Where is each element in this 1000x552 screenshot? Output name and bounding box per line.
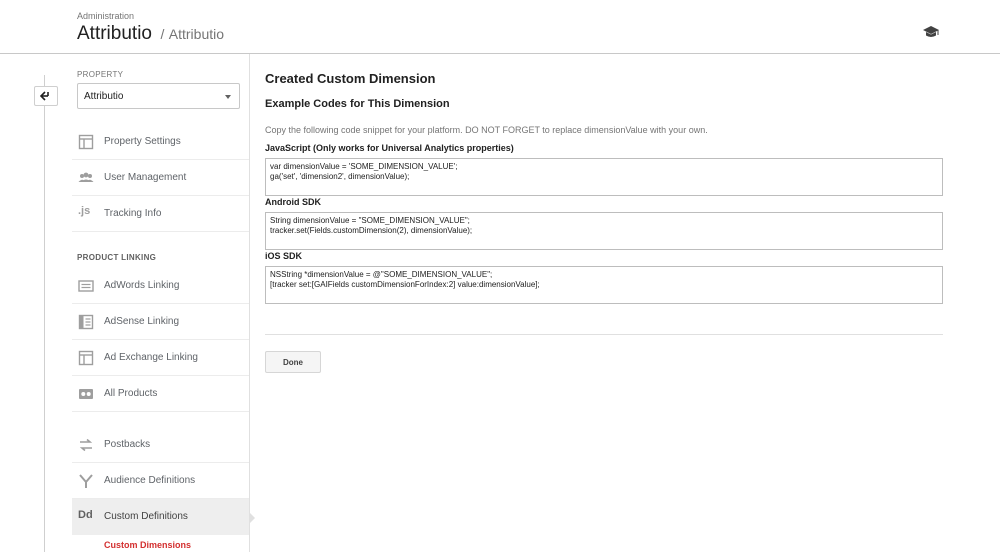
property-select[interactable]: Attributio: [77, 83, 240, 109]
nav-item-label: AdWords Linking: [104, 280, 180, 291]
audience-icon: [79, 474, 93, 488]
graduation-cap-icon[interactable]: [922, 25, 940, 39]
users-icon: [78, 172, 94, 182]
javascript-code-box[interactable]: var dimensionValue = 'SOME_DIMENSION_VAL…: [265, 158, 943, 196]
postbacks-icon: [79, 438, 93, 452]
nav-item-label: Property Settings: [104, 136, 181, 147]
nav-item-label: AdSense Linking: [104, 316, 180, 327]
nav-item-user-management[interactable]: User Management: [72, 160, 249, 196]
done-button[interactable]: Done: [265, 351, 321, 373]
custom-definitions-icon: Dd: [78, 509, 93, 521]
nav-item-audience-definitions[interactable]: Audience Definitions: [72, 463, 249, 499]
code-line: var dimensionValue = 'SOME_DIMENSION_VAL…: [270, 162, 458, 171]
nav-item-label: Postbacks: [104, 439, 151, 450]
nav-item-adwords-linking[interactable]: AdWords Linking: [72, 268, 249, 304]
divider: [265, 334, 943, 335]
nav-item-custom-definitions[interactable]: Dd Custom Definitions: [72, 499, 249, 535]
code-line: tracker.set(Fields.customDimension(2), d…: [270, 226, 473, 235]
nav-item-all-products[interactable]: All Products: [72, 376, 249, 412]
nav-item-ad-exchange-linking[interactable]: Ad Exchange Linking: [72, 340, 249, 376]
nav-item-tracking-info[interactable]: .js Tracking Info: [72, 196, 249, 232]
all-products-icon: [79, 389, 93, 399]
nav-subitem-custom-dimensions[interactable]: Custom Dimensions: [104, 540, 191, 550]
ios-label: iOS SDK: [265, 251, 303, 261]
title-separator: /: [160, 26, 165, 42]
android-label: Android SDK: [265, 197, 321, 207]
nav-item-property-settings[interactable]: Property Settings: [72, 124, 249, 160]
property-select-value: Attributio: [84, 91, 124, 102]
nav-item-label: Audience Definitions: [104, 475, 196, 486]
javascript-label: JavaScript (Only works for Universal Ana…: [265, 143, 514, 153]
nav-item-label: Custom Definitions: [104, 511, 188, 522]
instructions-text: Copy the following code snippet for your…: [265, 125, 708, 135]
adsense-icon: [78, 314, 94, 330]
product-linking-label: PRODUCT LINKING: [77, 253, 157, 262]
code-line: [tracker set:[GAIFields customDimensionF…: [270, 280, 540, 289]
code-line: ga('set', 'dimension2', dimensionValue);: [270, 172, 410, 181]
page-heading: Created Custom Dimension: [265, 71, 436, 86]
breadcrumb-admin[interactable]: Administration: [77, 11, 134, 21]
back-arrow-icon: [40, 91, 49, 101]
nav-item-adsense-linking[interactable]: AdSense Linking: [72, 304, 249, 340]
nav-item-label: Ad Exchange Linking: [104, 352, 198, 363]
window-icon: [78, 134, 94, 150]
nav-item-label: All Products: [104, 388, 158, 399]
page-title: Attributio / Attributio: [77, 23, 224, 45]
code-line: String dimensionValue = "SOME_DIMENSION_…: [270, 216, 470, 225]
js-icon: .js: [78, 205, 91, 217]
page-header: Administration Attributio / Attributio: [0, 0, 1000, 54]
section-heading: Example Codes for This Dimension: [265, 98, 450, 110]
nav-item-postbacks[interactable]: Postbacks: [72, 427, 249, 463]
active-pointer: [249, 512, 255, 524]
ios-code-box[interactable]: NSString *dimensionValue = @"SOME_DIMENS…: [265, 266, 943, 304]
account-title[interactable]: Attributio: [77, 23, 152, 44]
nav-item-label: Tracking Info: [104, 208, 162, 219]
property-title[interactable]: Attributio: [169, 26, 224, 42]
chevron-down-icon: [225, 95, 231, 99]
code-line: NSString *dimensionValue = @"SOME_DIMENS…: [270, 270, 493, 279]
adwords-icon: [78, 280, 94, 292]
property-section-label: PROPERTY: [77, 70, 124, 79]
ad-exchange-icon: [78, 350, 94, 366]
rail-line: [44, 75, 45, 552]
property-nav: PROPERTY Attributio Property Settings Us…: [72, 54, 250, 552]
nav-item-label: User Management: [104, 172, 187, 183]
back-button[interactable]: [34, 86, 58, 106]
android-code-box[interactable]: String dimensionValue = "SOME_DIMENSION_…: [265, 212, 943, 250]
